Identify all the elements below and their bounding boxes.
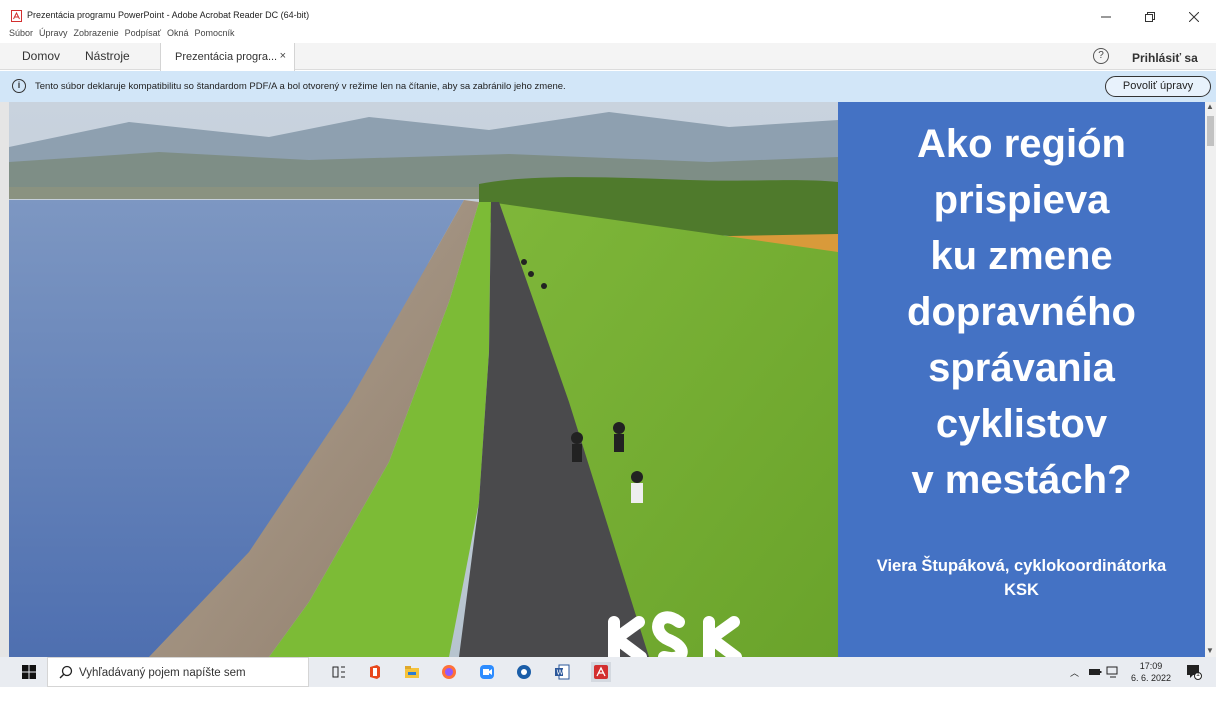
tray-expand-icon[interactable]: ︿ xyxy=(1070,666,1079,696)
headline-line: prispieva xyxy=(933,178,1110,222)
menu-file[interactable]: Súbor xyxy=(9,26,33,42)
restore-icon xyxy=(1145,12,1155,22)
menu-sign[interactable]: Podpísať xyxy=(125,26,161,42)
acrobat-taskbar-icon[interactable] xyxy=(591,662,611,682)
notification-count: 1 xyxy=(1196,671,1200,678)
vertical-scrollbar[interactable]: ▲ ▼ xyxy=(1205,102,1216,657)
minimize-icon xyxy=(1101,16,1111,18)
firefox-icon[interactable] xyxy=(441,664,457,680)
slide-page: Ako región prispieva ku zmene dopravného… xyxy=(9,102,1205,657)
word-icon[interactable]: W xyxy=(554,664,570,680)
svg-text:W: W xyxy=(557,669,564,677)
chat-app-icon[interactable] xyxy=(516,664,532,680)
headline-line: ku zmene xyxy=(930,234,1113,278)
menu-help[interactable]: Pomocník xyxy=(195,26,235,42)
file-explorer-icon[interactable] xyxy=(404,664,420,680)
title-panel: Ako región prispieva ku zmene dopravného… xyxy=(838,102,1205,657)
tab-tools[interactable]: Nástroje xyxy=(85,49,130,63)
headline-line: správania xyxy=(928,346,1115,390)
search-placeholder: Vyhľadávaný pojem napíšte sem xyxy=(79,667,246,679)
clock-time: 17:09 xyxy=(1139,661,1163,671)
tab-bar: Domov Nástroje Prezentácia progra... × ?… xyxy=(0,43,1216,71)
window-controls xyxy=(1084,0,1216,28)
help-icon[interactable]: ? xyxy=(1093,48,1109,64)
headline-line: v mestách? xyxy=(911,458,1132,502)
headline-line: Ako región xyxy=(917,122,1126,166)
scroll-down-icon[interactable]: ▼ xyxy=(1206,646,1214,655)
office-app-icon[interactable] xyxy=(367,664,383,680)
windows-start-icon[interactable] xyxy=(22,665,36,679)
menu-window[interactable]: Okná xyxy=(167,26,189,42)
info-message: Tento súbor deklaruje kompatibilitu so š… xyxy=(35,81,566,92)
acrobat-app-icon xyxy=(11,10,22,22)
menu-edit[interactable]: Úpravy xyxy=(39,26,68,42)
headline-line: dopravného xyxy=(907,290,1136,334)
enable-editing-button[interactable]: Povoliť úpravy xyxy=(1105,76,1211,97)
battery-icon[interactable] xyxy=(1088,666,1102,678)
menu-view[interactable]: Zobrazenie xyxy=(74,26,119,42)
pdfa-info-bar: i Tento súbor deklaruje kompatibilitu so… xyxy=(0,71,1216,102)
scroll-thumb[interactable] xyxy=(1207,116,1214,146)
search-icon xyxy=(59,665,73,679)
slide-author: Viera Štupáková, cyklokoordinátorka KSK xyxy=(838,554,1205,602)
network-icon[interactable] xyxy=(1106,665,1120,679)
tab-home[interactable]: Domov xyxy=(22,49,60,63)
scroll-up-icon[interactable]: ▲ xyxy=(1206,102,1214,111)
close-icon xyxy=(1189,12,1199,22)
document-viewport[interactable]: Ako región prispieva ku zmene dopravného… xyxy=(0,102,1216,657)
tab-close-button[interactable]: × xyxy=(280,50,286,62)
taskbar-clock[interactable]: 17:09 6. 6. 2022 xyxy=(1130,660,1172,684)
author-org: KSK xyxy=(1004,581,1039,599)
author-name: Viera Štupáková, cyklokoordinátorka xyxy=(876,557,1167,575)
task-view-icon[interactable] xyxy=(331,664,347,680)
windows-taskbar: Vyhľadávaný pojem napíšte sem W ︿ 17:09 … xyxy=(0,657,1216,687)
tab-document-label: Prezentácia progra... xyxy=(175,51,278,63)
zoom-icon[interactable] xyxy=(479,664,495,680)
taskbar-search-box[interactable]: Vyhľadávaný pojem napíšte sem xyxy=(47,657,309,687)
tab-document[interactable]: Prezentácia progra... × xyxy=(160,43,295,71)
title-bar: Prezentácia programu PowerPoint - Adobe … xyxy=(0,0,1216,28)
info-icon: i xyxy=(12,79,26,93)
headline-line: cyklistov xyxy=(935,402,1108,446)
clock-date: 6. 6. 2022 xyxy=(1130,673,1172,683)
menu-bar: Súbor Úpravy Zobrazenie Podpísať Okná Po… xyxy=(0,26,1216,42)
signin-button[interactable]: Prihlásiť sa xyxy=(1132,51,1198,65)
window-title: Prezentácia programu PowerPoint - Adobe … xyxy=(27,10,310,20)
cyclists-photo xyxy=(9,102,838,657)
slide-headline: Ako región prispieva ku zmene dopravného… xyxy=(838,116,1205,508)
